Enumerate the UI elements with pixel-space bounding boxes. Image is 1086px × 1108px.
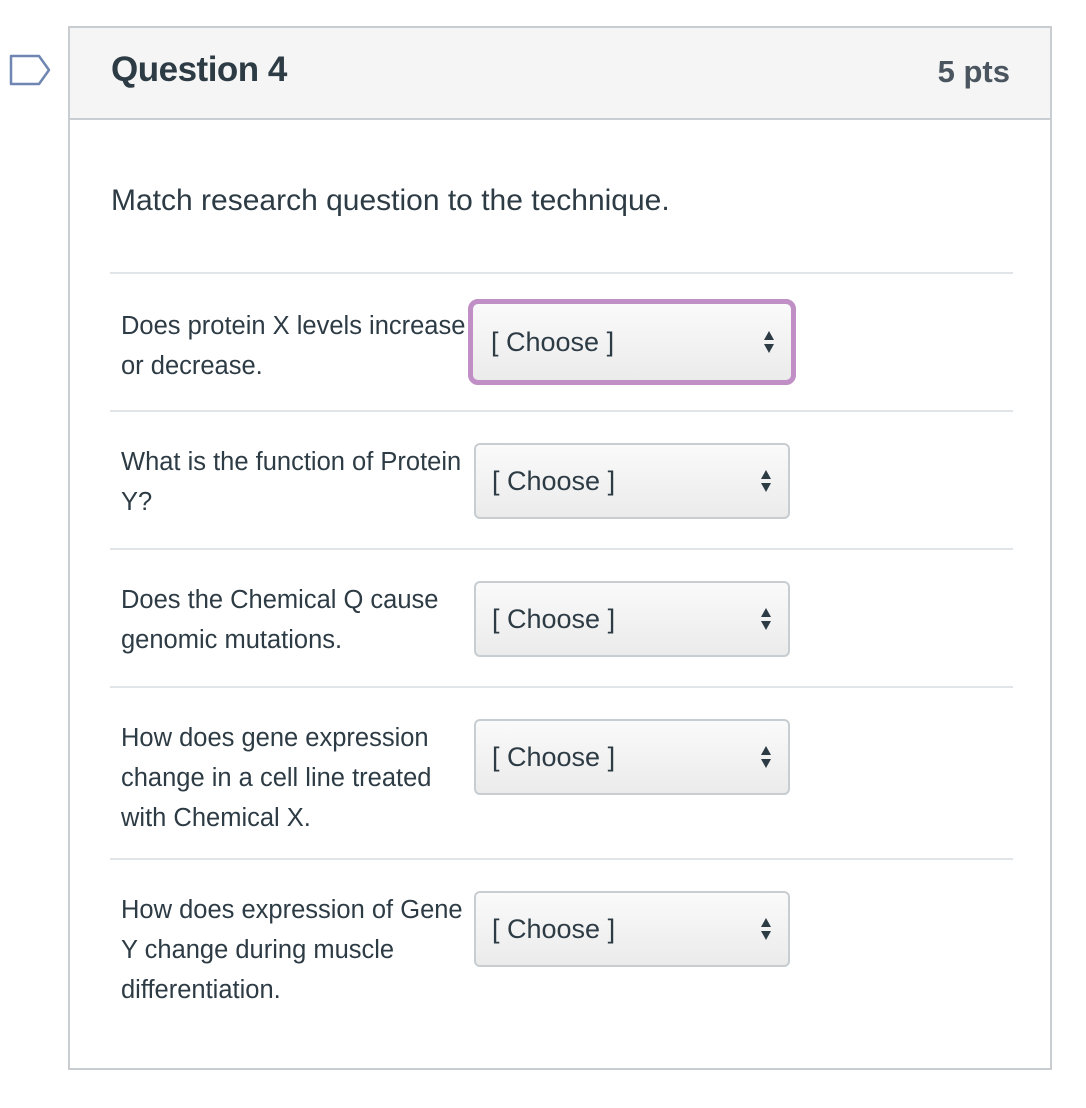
up-down-arrows-icon	[761, 918, 771, 940]
flag-question-icon[interactable]	[9, 54, 51, 86]
answer-select-value: [ Choose ]	[492, 742, 616, 772]
answer-list: Does protein X levels increase or decrea…	[110, 272, 1013, 1028]
answer-select[interactable]: [ Choose ]	[474, 581, 790, 657]
answer-select[interactable]: [ Choose ]	[474, 443, 790, 519]
answer-row-label: How does expression of Gene Y change dur…	[121, 896, 463, 1004]
answer-row-label: Does protein X levels increase or decrea…	[121, 312, 466, 380]
answer-row-label: Does the Chemical Q cause genomic mutati…	[121, 586, 439, 654]
answer-select-value: [ Choose ]	[492, 914, 616, 944]
question-points: 5 pts	[937, 54, 1010, 89]
answer-select-value: [ Choose ]	[492, 604, 616, 634]
answer-select-value: [ Choose ]	[491, 327, 615, 357]
answer-select-value: [ Choose ]	[492, 466, 616, 496]
up-down-arrows-icon	[761, 746, 771, 768]
question-prompt: Match research question to the technique…	[111, 184, 670, 217]
up-down-arrows-icon	[761, 470, 771, 492]
answer-row: Does protein X levels increase or decrea…	[110, 272, 1013, 410]
answer-select[interactable]: [ Choose ]	[468, 299, 796, 385]
up-down-arrows-icon	[761, 608, 771, 630]
answer-row: What is the function of Protein Y? [ Cho…	[110, 410, 1013, 548]
answer-row: Does the Chemical Q cause genomic mutati…	[110, 548, 1013, 686]
up-down-arrows-icon	[764, 331, 774, 353]
question-card: Question 4 5 pts Match research question…	[68, 26, 1052, 1070]
question-title: Question 4	[111, 50, 287, 89]
answer-row: How does expression of Gene Y change dur…	[110, 858, 1013, 1028]
question-header: Question 4 5 pts	[70, 28, 1050, 120]
answer-select[interactable]: [ Choose ]	[474, 719, 790, 795]
answer-row-label: What is the function of Protein Y?	[121, 448, 462, 516]
answer-select[interactable]: [ Choose ]	[474, 891, 790, 967]
answer-row: How does gene expression change in a cel…	[110, 686, 1013, 858]
answer-row-label: How does gene expression change in a cel…	[121, 724, 432, 832]
